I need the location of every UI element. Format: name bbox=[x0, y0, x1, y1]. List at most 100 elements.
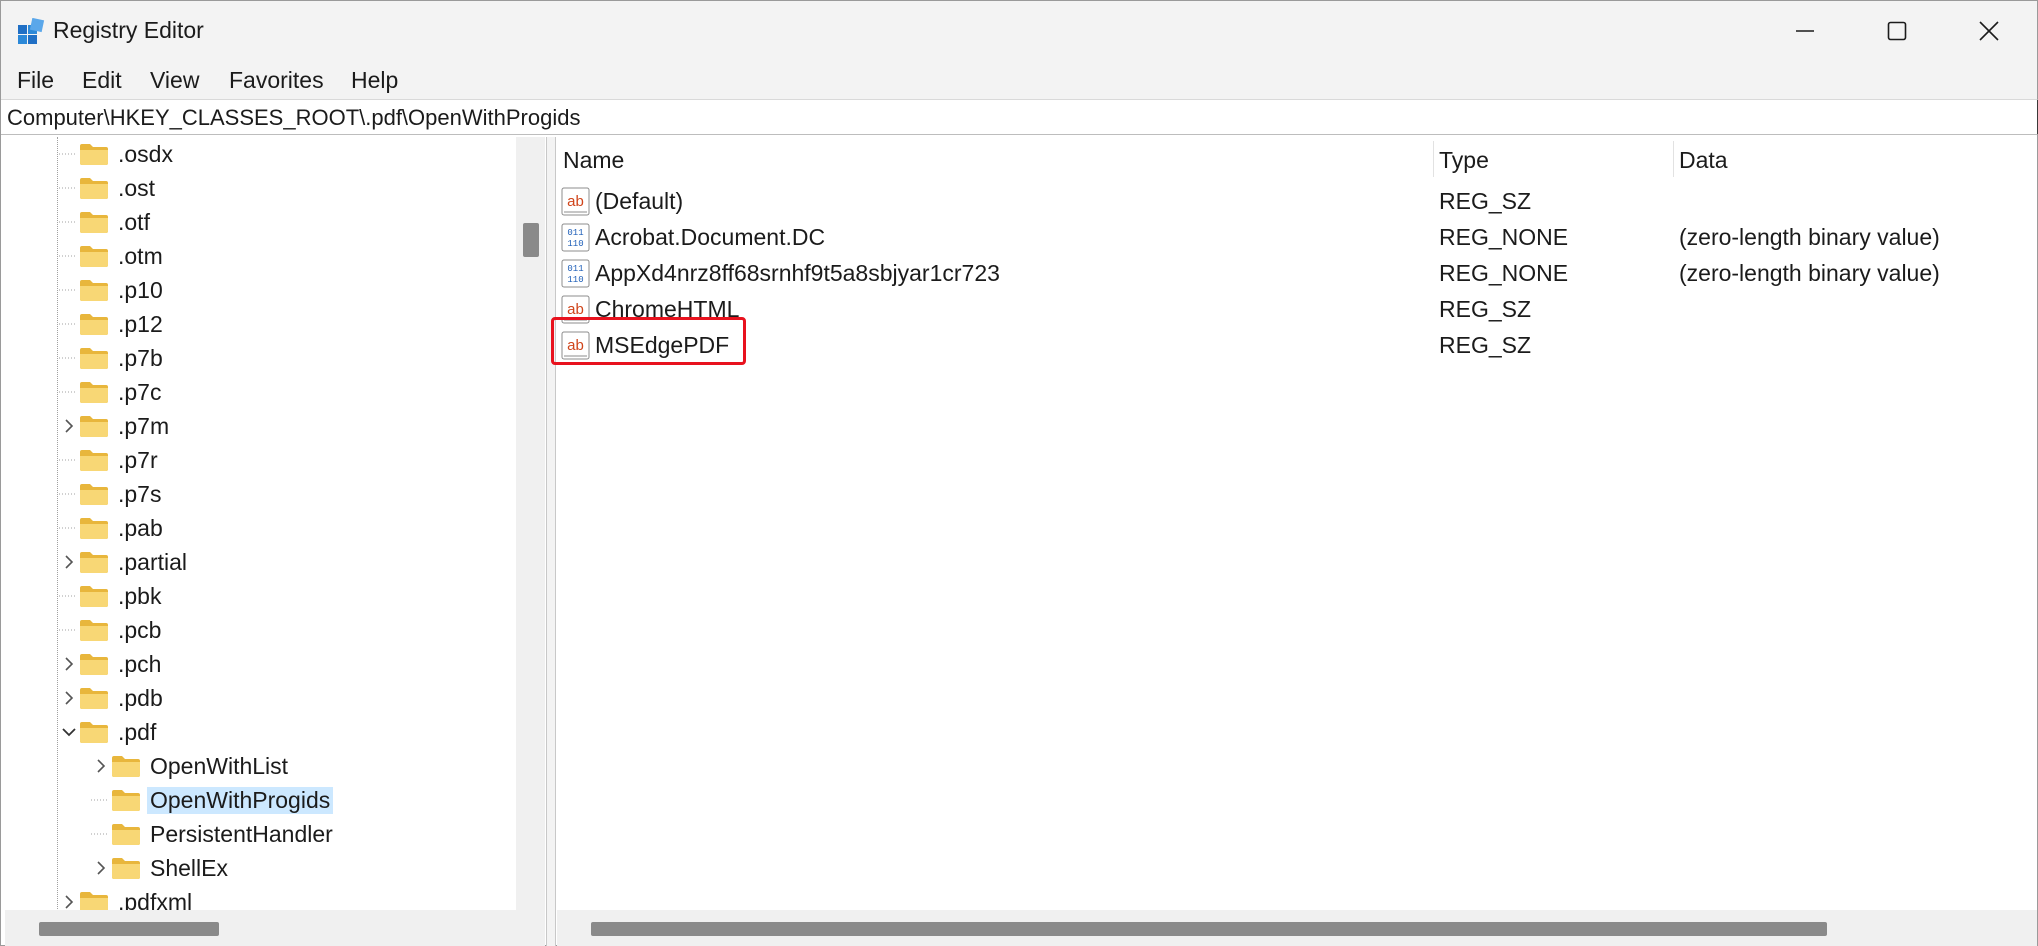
list-horizontal-scroll-thumb[interactable] bbox=[591, 922, 1827, 936]
tree-node[interactable]: .pbk bbox=[59, 579, 164, 613]
tree-node-label[interactable]: .pdb bbox=[115, 685, 166, 712]
tree-vertical-scroll-thumb[interactable] bbox=[523, 223, 539, 257]
menu-favorites[interactable]: Favorites bbox=[225, 67, 328, 94]
tree-node-label[interactable]: .otm bbox=[115, 243, 166, 270]
chevron-down-icon[interactable] bbox=[59, 715, 79, 749]
column-header-data[interactable]: Data bbox=[1679, 147, 1728, 174]
tree-node[interactable]: .pdb bbox=[59, 681, 166, 715]
menu-edit[interactable]: Edit bbox=[78, 67, 126, 94]
tree-horizontal-scrollbar[interactable] bbox=[5, 910, 545, 946]
tree-node-label[interactable]: .pch bbox=[115, 651, 164, 678]
folder-icon bbox=[112, 858, 140, 879]
tree-node-label[interactable]: .pab bbox=[115, 515, 166, 542]
column-header-name[interactable]: Name bbox=[563, 147, 624, 174]
chevron-right-icon[interactable] bbox=[59, 545, 79, 579]
menu-help[interactable]: Help bbox=[347, 67, 402, 94]
tree-node[interactable]: .otm bbox=[59, 239, 166, 273]
chevron-right-icon[interactable] bbox=[59, 681, 79, 715]
tree-connector bbox=[59, 137, 79, 171]
svg-text:ab: ab bbox=[567, 193, 584, 210]
value-row[interactable]: ab (Default) REG_SZ bbox=[557, 183, 2037, 219]
tree-connector bbox=[59, 375, 79, 409]
tree-node-label[interactable]: .pbk bbox=[115, 583, 164, 610]
column-separator[interactable] bbox=[1433, 141, 1434, 177]
tree-node-label[interactable]: ShellEx bbox=[147, 855, 231, 882]
chevron-right-icon[interactable] bbox=[59, 409, 79, 443]
tree-node[interactable]: .partial bbox=[59, 545, 190, 579]
tree-node[interactable]: .pab bbox=[59, 511, 166, 545]
tree-node-label[interactable]: .pcb bbox=[115, 617, 164, 644]
folder-icon bbox=[80, 212, 108, 233]
tree-node-label[interactable]: .p7r bbox=[115, 447, 161, 474]
tree-node[interactable]: .otf bbox=[59, 205, 153, 239]
svg-text:110: 110 bbox=[567, 239, 583, 249]
title-bar[interactable]: Registry Editor bbox=[1, 1, 2037, 61]
tree-node-label[interactable]: .p7b bbox=[115, 345, 166, 372]
tree-node[interactable]: .p7c bbox=[59, 375, 164, 409]
menu-view[interactable]: View bbox=[146, 67, 203, 94]
column-header-type[interactable]: Type bbox=[1439, 147, 1489, 174]
tree-node[interactable]: .p7m bbox=[59, 409, 172, 443]
tree-node-label[interactable]: OpenWithProgids bbox=[147, 786, 334, 814]
value-name: ChromeHTML bbox=[595, 296, 740, 322]
tree-node[interactable]: .p7b bbox=[59, 341, 166, 375]
tree-node[interactable]: .p12 bbox=[59, 307, 166, 341]
tree-node-label[interactable]: .pdf bbox=[115, 719, 159, 746]
tree-node[interactable]: .p7r bbox=[59, 443, 161, 477]
key-tree-pane[interactable]: .osdx .ost .otf .otm .p10 .p12 .p7b .p7c .p7m .p7… bbox=[5, 137, 545, 946]
folder-icon bbox=[80, 178, 108, 199]
tree-node[interactable]: .p7s bbox=[59, 477, 164, 511]
tree-node[interactable]: ShellEx bbox=[91, 851, 231, 885]
address-path[interactable]: Computer\HKEY_CLASSES_ROOT\.pdf\OpenWith… bbox=[7, 105, 580, 131]
value-type: REG_NONE bbox=[1439, 260, 1569, 286]
tree-vertical-scrollbar[interactable] bbox=[516, 137, 545, 910]
tree-horizontal-scroll-thumb[interactable] bbox=[39, 922, 219, 936]
tree-connector bbox=[59, 205, 79, 239]
value-row[interactable]: ab MSEdgePDF REG_SZ bbox=[557, 327, 2037, 363]
tree-node[interactable]: PersistentHandler bbox=[91, 817, 336, 851]
tree-node-label[interactable]: PersistentHandler bbox=[147, 821, 336, 848]
tree-node-label[interactable]: .ost bbox=[115, 175, 158, 202]
folder-icon bbox=[80, 586, 108, 607]
value-row[interactable]: ab ChromeHTML REG_SZ bbox=[557, 291, 2037, 327]
tree-node-label[interactable]: .p12 bbox=[115, 311, 166, 338]
tree-node-label[interactable]: .osdx bbox=[115, 141, 176, 168]
tree-node[interactable]: .osdx bbox=[59, 137, 176, 171]
tree-node-label[interactable]: .p10 bbox=[115, 277, 166, 304]
tree-node[interactable]: .pcb bbox=[59, 613, 164, 647]
minimize-button[interactable] bbox=[1759, 1, 1851, 61]
value-type: REG_SZ bbox=[1439, 188, 1532, 214]
menu-file[interactable]: File bbox=[13, 67, 58, 94]
value-row[interactable]: 011 110 AppXd4nrz8ff68srnhf9t5a8sbjyar1cr7… bbox=[557, 255, 2037, 291]
window-title: Registry Editor bbox=[53, 17, 204, 43]
address-bar[interactable]: Computer\HKEY_CLASSES_ROOT\.pdf\OpenWith… bbox=[1, 99, 2038, 135]
value-name: Acrobat.Document.DC bbox=[595, 224, 826, 250]
tree-node[interactable]: .pch bbox=[59, 647, 164, 681]
tree-node-label[interactable]: .p7c bbox=[115, 379, 164, 406]
folder-icon bbox=[80, 144, 108, 165]
tree-node-label[interactable]: .p7m bbox=[115, 413, 172, 440]
tree-node-label[interactable]: .p7s bbox=[115, 481, 164, 508]
tree-node[interactable]: .pdf bbox=[59, 715, 159, 749]
tree-node-label[interactable]: .partial bbox=[115, 549, 190, 576]
maximize-icon bbox=[1887, 21, 1907, 41]
folder-icon bbox=[80, 280, 108, 301]
chevron-right-icon[interactable] bbox=[59, 647, 79, 681]
column-separator[interactable] bbox=[1673, 141, 1674, 177]
pane-splitter[interactable] bbox=[546, 137, 556, 946]
close-button[interactable] bbox=[1943, 1, 2035, 61]
maximize-button[interactable] bbox=[1851, 1, 1943, 61]
tree-node[interactable]: .p10 bbox=[59, 273, 166, 307]
tree-node[interactable]: OpenWithList bbox=[91, 749, 291, 783]
chevron-right-icon[interactable] bbox=[91, 749, 111, 783]
tree-node-label[interactable]: OpenWithList bbox=[147, 753, 291, 780]
registry-editor-window: Registry Editor File Edit View Favorites… bbox=[0, 0, 2038, 946]
value-row[interactable]: 011 110 Acrobat.Document.DC REG_NONE (zero-l… bbox=[557, 219, 2037, 255]
tree-node[interactable]: OpenWithProgids bbox=[91, 783, 334, 817]
tree-node[interactable]: .ost bbox=[59, 171, 158, 205]
tree-node-label[interactable]: .otf bbox=[115, 209, 153, 236]
values-list-pane[interactable]: Name Type Data ab (Default) REG_SZ 011 110 Ac… bbox=[557, 137, 2037, 946]
tree-connector bbox=[59, 613, 79, 647]
chevron-right-icon[interactable] bbox=[91, 851, 111, 885]
list-horizontal-scrollbar[interactable] bbox=[557, 910, 2037, 946]
